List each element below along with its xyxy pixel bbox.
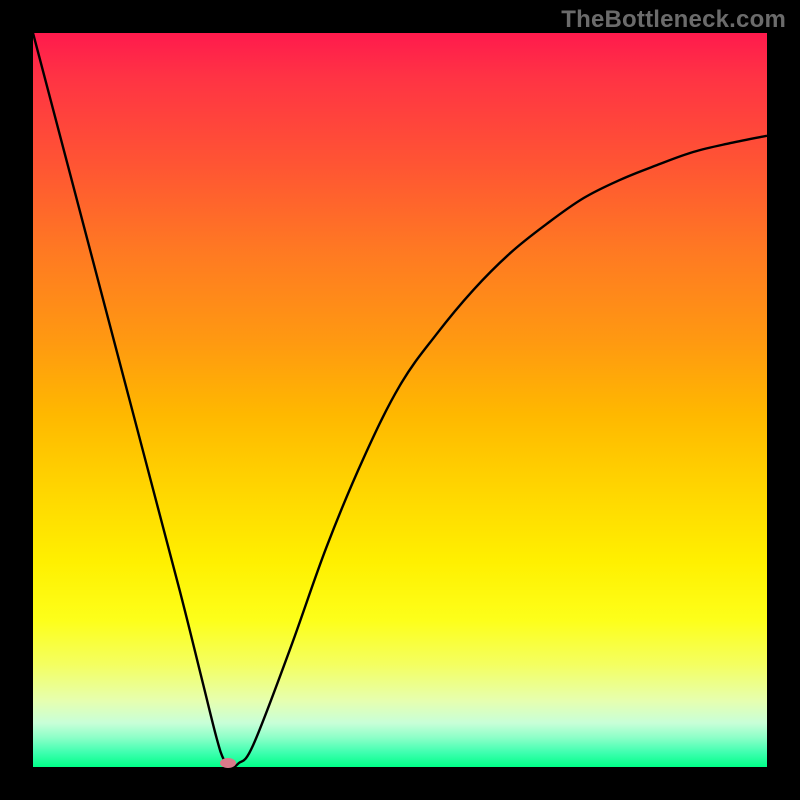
minimum-marker bbox=[220, 758, 236, 768]
bottleneck-curve bbox=[33, 33, 767, 767]
chart-frame: TheBottleneck.com bbox=[0, 0, 800, 800]
plot-area bbox=[33, 33, 767, 767]
watermark-text: TheBottleneck.com bbox=[561, 6, 786, 34]
curve-layer bbox=[33, 33, 767, 767]
